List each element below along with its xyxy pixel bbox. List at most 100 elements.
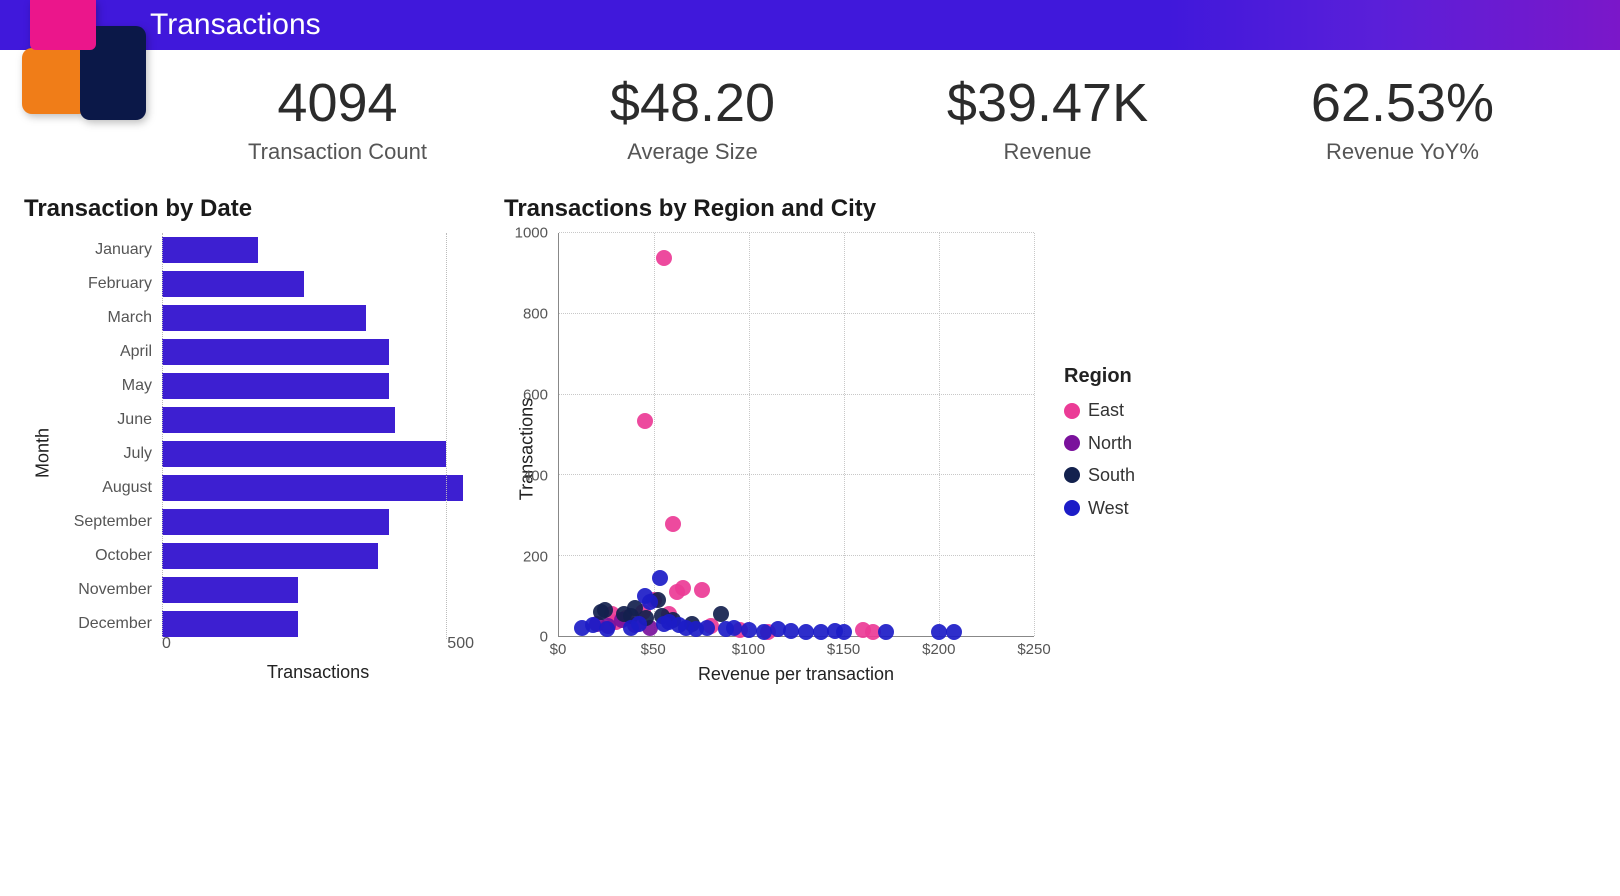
scatter-legend: Region EastNorthSouthWest xyxy=(1064,365,1184,524)
bar-fill[interactable] xyxy=(162,339,389,365)
scatter-point[interactable] xyxy=(599,621,615,637)
legend-label: South xyxy=(1088,459,1135,491)
bar-category-label: November xyxy=(24,581,162,599)
legend-dot-icon xyxy=(1064,500,1080,516)
bar-row[interactable]: February xyxy=(24,267,474,301)
scatter-point[interactable] xyxy=(726,620,742,636)
scatter-point[interactable] xyxy=(878,624,894,640)
bar-gridline xyxy=(446,233,447,639)
bar-fill[interactable] xyxy=(162,271,304,297)
scatter-x-tick: $250 xyxy=(1017,641,1050,658)
scatter-point[interactable] xyxy=(836,624,852,640)
scatter-x-tick: $50 xyxy=(641,641,666,658)
scatter-point[interactable] xyxy=(642,594,658,610)
legend-item[interactable]: East xyxy=(1064,394,1184,426)
kpi-row: 4094 Transaction Count $48.20 Average Si… xyxy=(0,50,1620,175)
legend-item[interactable]: West xyxy=(1064,492,1184,524)
legend-item[interactable]: North xyxy=(1064,427,1184,459)
legend-item[interactable]: South xyxy=(1064,459,1184,491)
bar-row[interactable]: March xyxy=(24,301,474,335)
scatter-y-tick: 800 xyxy=(504,306,548,323)
bar-track xyxy=(162,441,474,467)
scatter-gridline-h xyxy=(559,555,1034,556)
bar-fill[interactable] xyxy=(162,577,298,603)
scatter-gridline-v xyxy=(749,233,750,636)
bar-row[interactable]: April xyxy=(24,335,474,369)
bar-x-tick: 500 xyxy=(447,635,474,653)
bar-category-label: June xyxy=(24,411,162,429)
scatter-chart-xlabel: Revenue per transaction xyxy=(558,664,1034,685)
legend-dot-icon xyxy=(1064,435,1080,451)
bar-track xyxy=(162,373,474,399)
bar-fill[interactable] xyxy=(162,373,389,399)
bar-track xyxy=(162,271,474,297)
bar-fill[interactable] xyxy=(162,509,389,535)
page-header: Transactions xyxy=(0,0,1620,50)
bar-row[interactable]: August xyxy=(24,471,474,505)
scatter-x-tick: $100 xyxy=(732,641,765,658)
bar-chart-card[interactable]: Transaction by Date Month JanuaryFebruar… xyxy=(24,195,474,683)
scatter-point[interactable] xyxy=(656,250,672,266)
bar-row[interactable]: July xyxy=(24,437,474,471)
bar-gridline xyxy=(162,233,163,639)
bar-fill[interactable] xyxy=(162,543,378,569)
scatter-gridline-h xyxy=(559,232,1034,233)
scatter-point[interactable] xyxy=(783,623,799,639)
kpi-transaction-count[interactable]: 4094 Transaction Count xyxy=(160,74,515,165)
bar-chart-title: Transaction by Date xyxy=(24,195,474,223)
bar-category-label: May xyxy=(24,377,162,395)
scatter-point[interactable] xyxy=(699,620,715,636)
scatter-gridline-h xyxy=(559,313,1034,314)
bar-track xyxy=(162,543,474,569)
scatter-chart-card[interactable]: Transactions by Region and City Transact… xyxy=(504,195,1184,683)
scatter-point[interactable] xyxy=(741,622,757,638)
bar-row[interactable]: September xyxy=(24,505,474,539)
scatter-gridline-v xyxy=(844,233,845,636)
bar-track xyxy=(162,509,474,535)
scatter-point[interactable] xyxy=(669,584,685,600)
scatter-point[interactable] xyxy=(694,582,710,598)
scatter-gridline-h xyxy=(559,474,1034,475)
scatter-x-tick: $0 xyxy=(550,641,567,658)
legend-dot-icon xyxy=(1064,403,1080,419)
bar-fill[interactable] xyxy=(162,611,298,637)
bar-x-tick: 0 xyxy=(162,635,171,653)
scatter-y-tick: 1000 xyxy=(504,225,548,242)
bar-row[interactable]: June xyxy=(24,403,474,437)
bar-row[interactable]: January xyxy=(24,233,474,267)
bar-category-label: September xyxy=(24,513,162,531)
legend-label: West xyxy=(1088,492,1129,524)
bar-fill[interactable] xyxy=(162,475,463,501)
scatter-x-tick: $200 xyxy=(922,641,955,658)
logo-block-orange xyxy=(22,48,88,114)
scatter-point[interactable] xyxy=(931,624,947,640)
scatter-y-tick: 600 xyxy=(504,387,548,404)
kpi-average-size[interactable]: $48.20 Average Size xyxy=(515,74,870,165)
scatter-point[interactable] xyxy=(713,606,729,622)
bar-row[interactable]: November xyxy=(24,573,474,607)
bar-fill[interactable] xyxy=(162,305,366,331)
scatter-point[interactable] xyxy=(597,602,613,618)
bar-track xyxy=(162,475,474,501)
scatter-point[interactable] xyxy=(665,516,681,532)
scatter-point[interactable] xyxy=(652,570,668,586)
legend-dot-icon xyxy=(1064,467,1080,483)
scatter-point[interactable] xyxy=(637,413,653,429)
scatter-y-tick: 0 xyxy=(504,629,548,646)
bar-fill[interactable] xyxy=(162,441,446,467)
scatter-point[interactable] xyxy=(631,616,647,632)
scatter-y-tick: 200 xyxy=(504,548,548,565)
scatter-point[interactable] xyxy=(798,624,814,640)
bar-row[interactable]: May xyxy=(24,369,474,403)
kpi-revenue-yoy[interactable]: 62.53% Revenue YoY% xyxy=(1225,74,1580,165)
logo-block-pink xyxy=(30,0,96,50)
scatter-gridline-v xyxy=(939,233,940,636)
kpi-value: $48.20 xyxy=(515,74,870,133)
bar-row[interactable]: October xyxy=(24,539,474,573)
bar-fill[interactable] xyxy=(162,237,258,263)
kpi-revenue[interactable]: $39.47K Revenue xyxy=(870,74,1225,165)
scatter-point[interactable] xyxy=(946,624,962,640)
bar-fill[interactable] xyxy=(162,407,395,433)
bar-track xyxy=(162,237,474,263)
scatter-x-tick: $150 xyxy=(827,641,860,658)
